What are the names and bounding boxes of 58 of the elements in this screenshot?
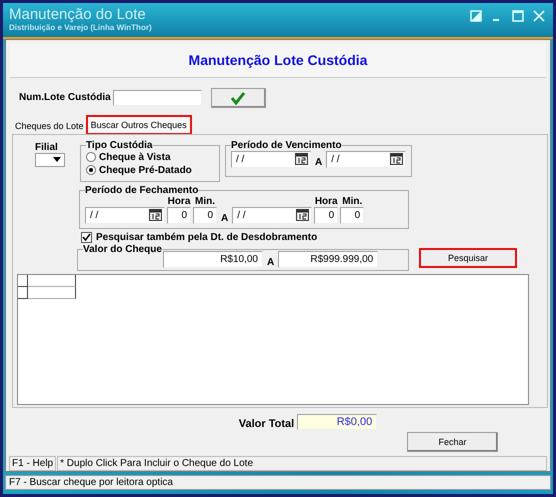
- date-field[interactable]: / /: [85, 206, 165, 224]
- calendar-icon[interactable]: [390, 153, 404, 166]
- filial-dropdown[interactable]: [35, 152, 65, 167]
- maximize-icon[interactable]: [512, 10, 524, 22]
- minute-label: Min.: [195, 196, 215, 207]
- range-separator: A: [314, 156, 324, 168]
- status-panel: * Duplo Click Para Incluir o Cheque do Lote: [57, 456, 547, 471]
- lote-label: Num.Lote Custódia: [19, 92, 111, 104]
- date-field[interactable]: / /: [326, 150, 406, 168]
- minute-field[interactable]: 0: [340, 206, 364, 224]
- caret-icon: [53, 157, 61, 162]
- calendar-icon[interactable]: [296, 209, 310, 222]
- total-field: R$0,00: [297, 414, 378, 430]
- minute-label: Min.: [342, 196, 362, 207]
- calendar-icon[interactable]: [295, 153, 308, 166]
- tab[interactable]: Buscar Outros Cheques: [86, 116, 191, 134]
- radio-label: Cheque Pré-Datado: [99, 164, 192, 176]
- checkbox-label: Pesquisar também pela Dt. de Desdobramento: [96, 232, 318, 243]
- range-separator: A: [266, 256, 276, 268]
- grid-cell: [28, 274, 76, 287]
- close-button[interactable]: Fechar: [407, 432, 498, 452]
- checkmark-icon: [230, 90, 246, 105]
- grid-cell: [28, 286, 76, 299]
- filial-label: Filial: [35, 142, 58, 153]
- amount-field[interactable]: R$999.999,00: [278, 250, 378, 268]
- calendar-icon[interactable]: [149, 209, 162, 222]
- hour-label: Hora: [314, 196, 338, 207]
- total-label: Valor Total: [238, 418, 294, 430]
- radio-button[interactable]: [86, 152, 96, 162]
- close-icon[interactable]: [533, 10, 545, 22]
- hour-field[interactable]: 0: [314, 206, 338, 224]
- minute-field[interactable]: 0: [193, 206, 217, 224]
- amount-field[interactable]: R$10,00: [163, 250, 263, 268]
- lote-input[interactable]: [112, 90, 202, 106]
- restore-icon[interactable]: [470, 10, 482, 22]
- window-subtitle: Distribuição e Varejo (Linha WinThor): [9, 23, 152, 32]
- group-title: Período de Vencimento: [231, 140, 342, 151]
- date-field[interactable]: / /: [232, 206, 312, 224]
- window-title: Manutenção do Lote: [9, 6, 147, 23]
- status-panel: F1 - Help: [9, 456, 56, 471]
- search-button[interactable]: Pesquisar: [419, 248, 517, 268]
- range-separator: A: [220, 212, 230, 224]
- date-field[interactable]: / /: [231, 150, 311, 168]
- status-text: F7 - Buscar cheque por leitora optica: [9, 476, 173, 488]
- confirm-button[interactable]: [210, 88, 266, 108]
- form-heading: Manutenção Lote Custódia: [188, 52, 368, 68]
- hour-label: Hora: [168, 196, 190, 207]
- results-grid[interactable]: [17, 274, 529, 405]
- grid-cell: [18, 286, 28, 299]
- checkbox[interactable]: [81, 232, 92, 243]
- grid-cell: [18, 274, 28, 287]
- radio-label: Cheque à Vista: [99, 152, 171, 163]
- group-title: Valor do Cheque: [83, 244, 162, 255]
- group-title: Período de Fechamento: [85, 184, 198, 196]
- radio-button[interactable]: [86, 165, 96, 176]
- hour-field[interactable]: 0: [167, 206, 191, 224]
- group-title: Tipo Custódia: [86, 140, 152, 151]
- tab[interactable]: Cheques do Lote: [12, 118, 87, 134]
